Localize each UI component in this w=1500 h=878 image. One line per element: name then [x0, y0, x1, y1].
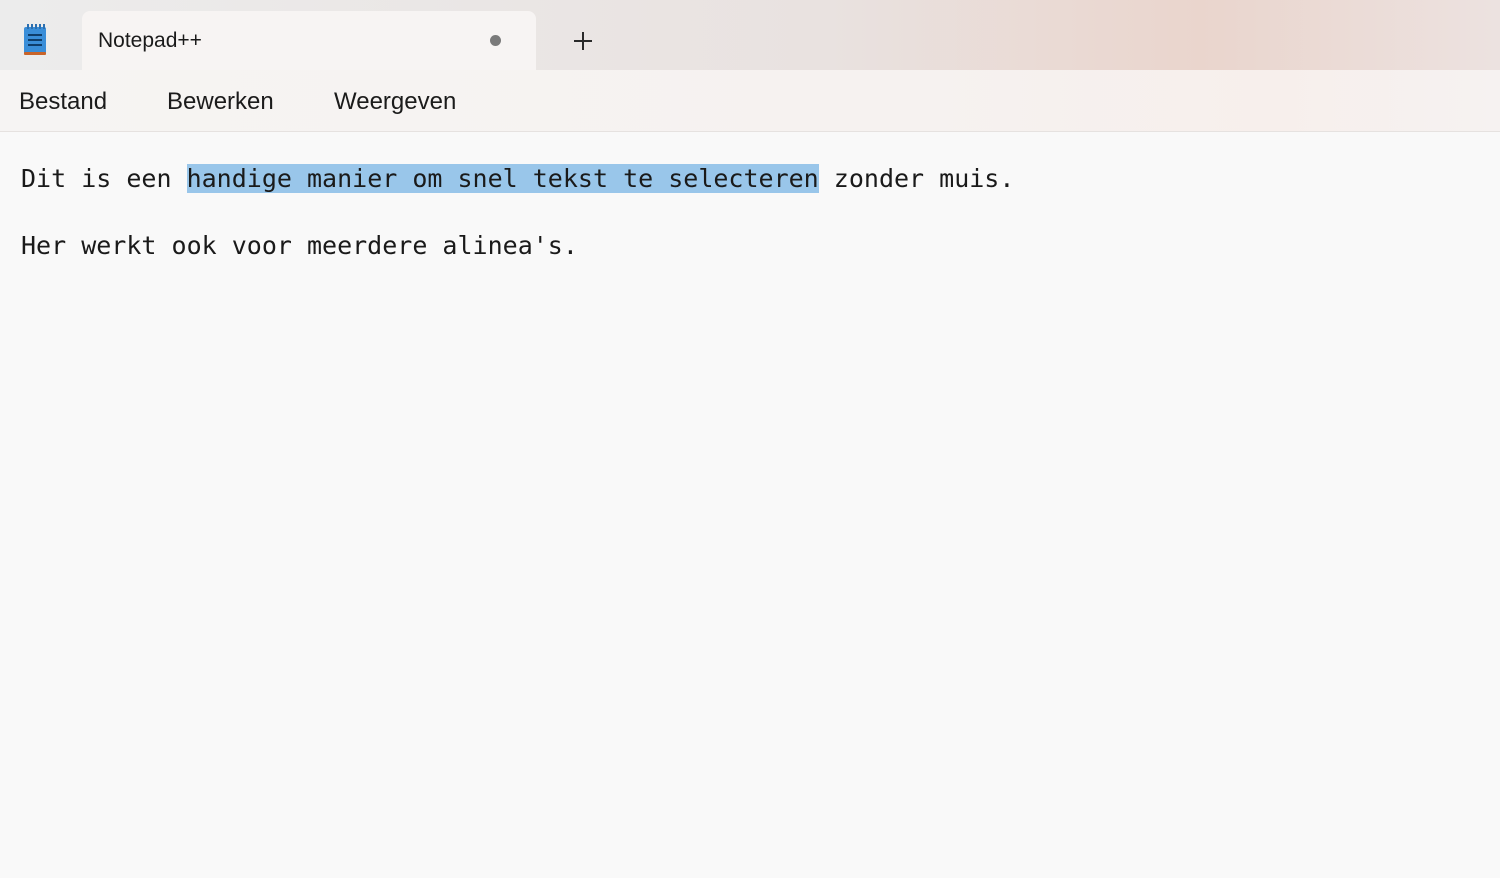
editor-line-2: Her werkt ook voor meerdere alinea's. — [21, 231, 578, 260]
menu-bar: Bestand Bewerken Weergeven — [0, 70, 1500, 132]
selected-text: handige manier om snel tekst te selecter… — [186, 164, 819, 193]
tab-title: Notepad++ — [98, 29, 202, 52]
editor-line-1: Dit is een handige manier om snel tekst … — [21, 162, 1014, 196]
menu-bestand[interactable]: Bestand — [19, 88, 107, 116]
menu-bewerken[interactable]: Bewerken — [167, 88, 274, 116]
new-tab-button[interactable] — [566, 24, 600, 58]
menu-weergeven[interactable]: Weergeven — [334, 88, 456, 116]
notepad-icon — [22, 24, 48, 56]
tab-notepad[interactable]: Notepad++ — [82, 11, 536, 70]
unsaved-dot-icon[interactable] — [490, 35, 501, 46]
text-editor[interactable]: Dit is een handige manier om snel tekst … — [0, 132, 1500, 878]
plus-icon — [574, 32, 592, 50]
line-text: Dit is een — [21, 164, 187, 193]
title-bar: Notepad++ — [0, 0, 1500, 70]
line-text: zonder muis. — [818, 164, 1015, 193]
